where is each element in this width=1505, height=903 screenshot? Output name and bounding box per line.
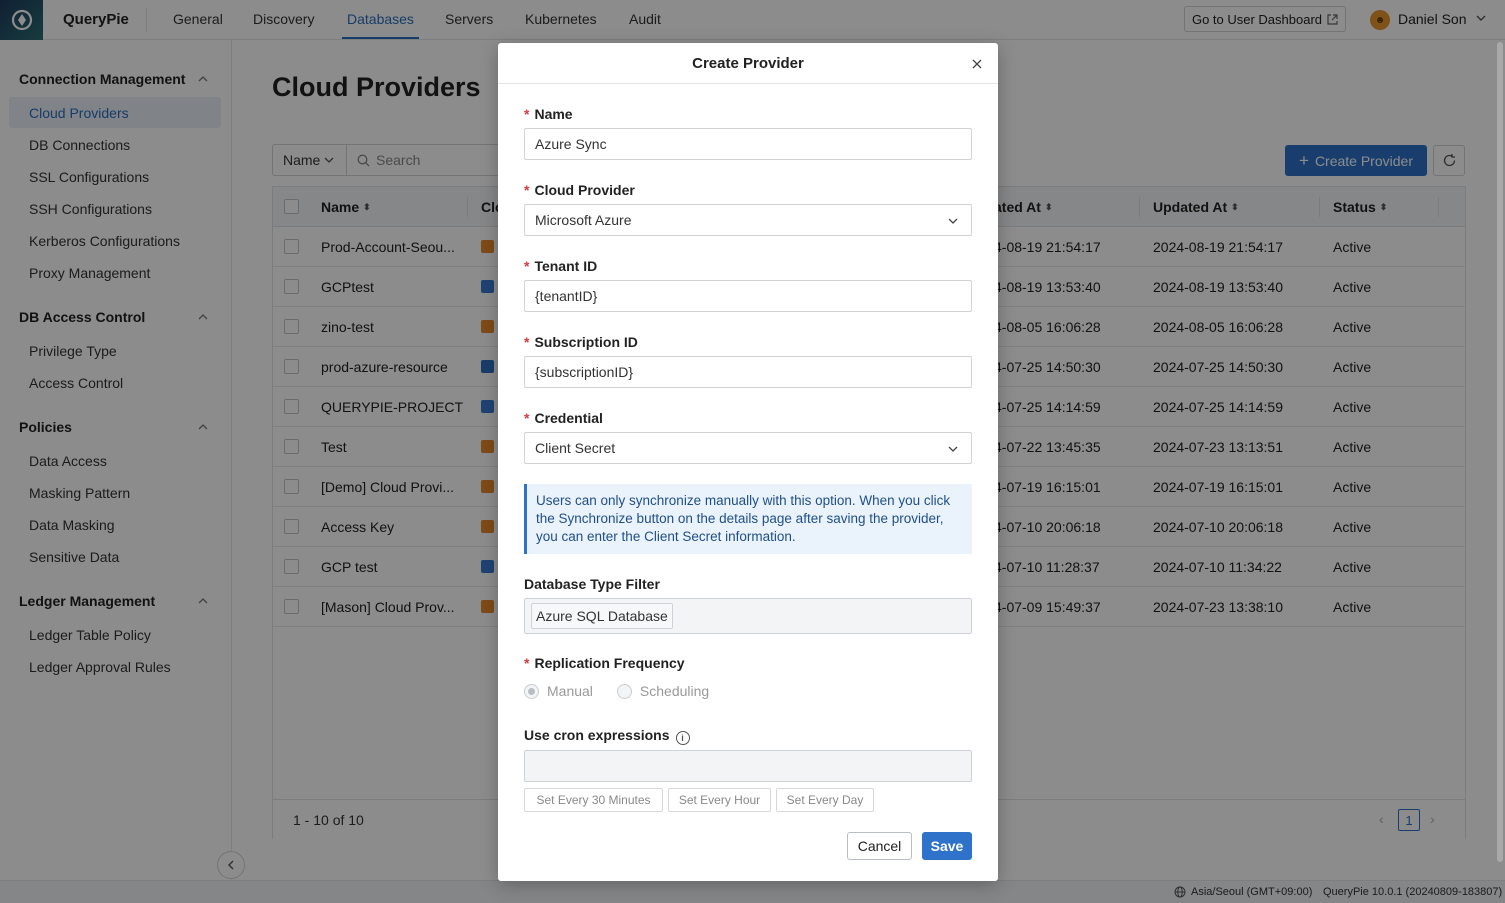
required-marker: * [524, 655, 530, 671]
cron-label: Use cron expressions i [524, 727, 690, 745]
subscription-id-input[interactable]: {subscriptionID} [524, 356, 972, 388]
tenant-id-label-text: Tenant ID [534, 258, 598, 274]
scrollbar[interactable] [1497, 42, 1503, 862]
modal-header: Create Provider [498, 43, 998, 84]
radio-scheduling[interactable] [616, 683, 632, 699]
preset-every-day-button[interactable]: Set Every Day [776, 788, 874, 812]
db-type-filter-field[interactable]: Azure SQL Database [524, 598, 972, 634]
cron-expression-input[interactable] [524, 750, 972, 782]
tenant-id-value: {tenantID} [535, 288, 598, 304]
chevron-down-icon [948, 446, 958, 452]
required-marker: * [524, 182, 530, 198]
subscription-id-value: {subscriptionID} [535, 364, 634, 380]
info-icon[interactable]: i [675, 731, 690, 745]
subscription-id-label: * Subscription ID [524, 334, 638, 350]
create-provider-modal: Create Provider * Name Azure Sync * Cloud … [498, 43, 998, 881]
db-type-filter-label: Database Type Filter [524, 576, 660, 592]
credential-info-message: Users can only synchronize manually with… [524, 484, 972, 554]
tenant-id-input[interactable]: {tenantID} [524, 280, 972, 312]
radio-manual[interactable] [524, 683, 539, 699]
credential-label-text: Credential [534, 410, 603, 426]
cloud-provider-value: Microsoft Azure [535, 212, 632, 228]
radio-manual-label: Manual [547, 683, 593, 699]
preset-every-30-minutes-button[interactable]: Set Every 30 Minutes [524, 788, 663, 812]
name-label-text: Name [534, 106, 573, 122]
required-marker: * [524, 410, 530, 426]
cancel-button[interactable]: Cancel [847, 832, 912, 860]
subscription-id-label-text: Subscription ID [534, 334, 638, 350]
preset-every-hour-button[interactable]: Set Every Hour [668, 788, 771, 812]
required-marker: * [524, 258, 530, 274]
name-label: * Name [524, 106, 573, 122]
cloud-provider-label-text: Cloud Provider [534, 182, 635, 198]
close-icon[interactable] [970, 57, 984, 71]
name-input[interactable]: Azure Sync [524, 128, 972, 160]
credential-select[interactable]: Client Secret [524, 432, 972, 464]
required-marker: * [524, 106, 530, 122]
replication-frequency-label: * Replication Frequency [524, 655, 685, 671]
db-type-tag: Azure SQL Database [531, 603, 673, 629]
cron-label-text: Use cron expressions [524, 727, 670, 743]
credential-value: Client Secret [535, 440, 616, 456]
credential-label: * Credential [524, 410, 603, 426]
chevron-down-icon [948, 218, 958, 224]
required-marker: * [524, 334, 530, 350]
cloud-provider-select[interactable]: Microsoft Azure [524, 204, 972, 236]
replication-frequency-options: Manual Scheduling [524, 683, 709, 699]
tenant-id-label: * Tenant ID [524, 258, 597, 274]
save-button[interactable]: Save [922, 832, 972, 860]
radio-scheduling-label: Scheduling [639, 683, 710, 699]
modal-title: Create Provider [692, 55, 804, 72]
replication-frequency-label-text: Replication Frequency [534, 655, 685, 671]
cloud-provider-label: * Cloud Provider [524, 182, 635, 198]
name-value: Azure Sync [535, 136, 607, 152]
